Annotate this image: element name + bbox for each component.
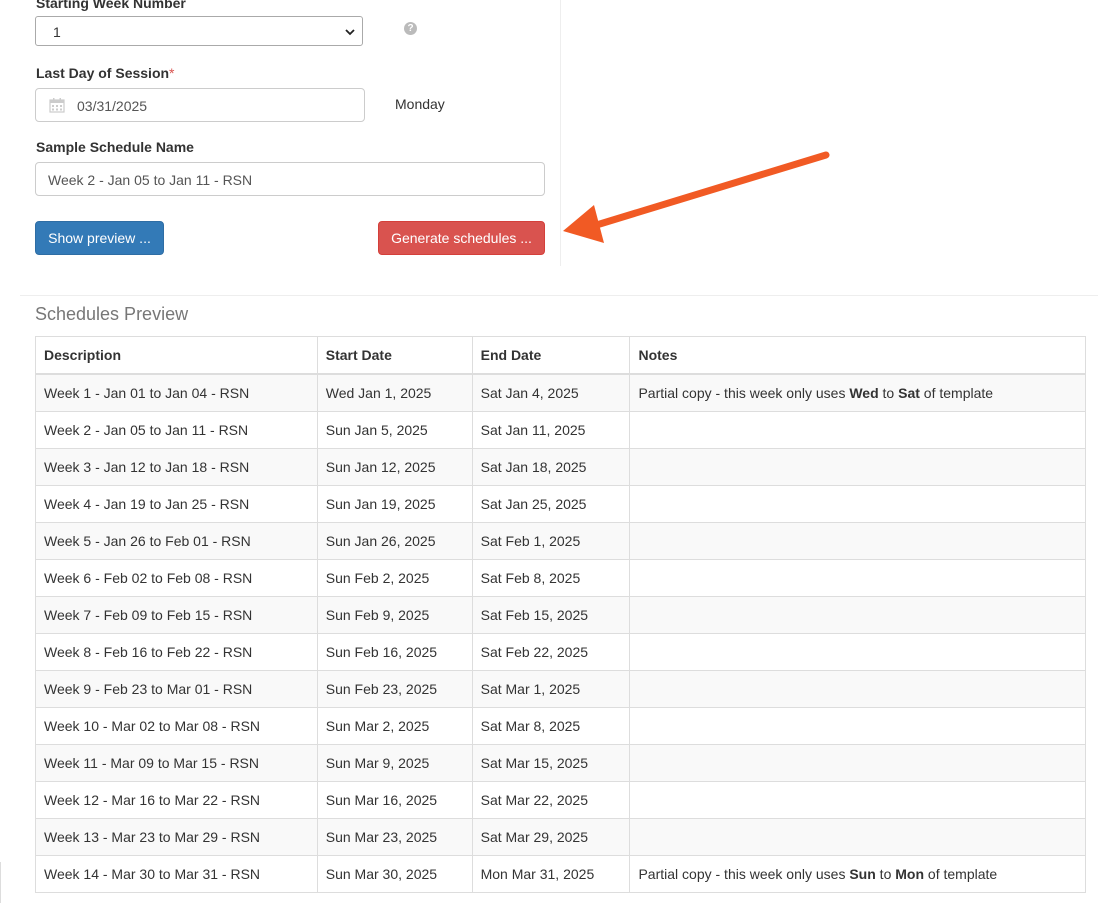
cell-description: Week 11 - Mar 09 to Mar 15 - RSN: [35, 744, 318, 782]
note-pre: Partial copy - this week only uses: [638, 385, 850, 401]
note-post: of template: [924, 866, 998, 882]
cell-start-date: Sun Feb 2, 2025: [316, 559, 473, 597]
cell-description: Week 6 - Feb 02 to Feb 08 - RSN: [35, 559, 318, 597]
cell-description: Week 14 - Mar 30 to Mar 31 - RSN: [35, 855, 318, 893]
cell-end-date: Sat Feb 1, 2025: [471, 522, 631, 560]
cell-notes: [629, 411, 1086, 449]
cell-notes: [629, 448, 1086, 486]
cell-description: Week 7 - Feb 09 to Feb 15 - RSN: [35, 596, 318, 634]
cell-end-date: Sat Jan 18, 2025: [471, 448, 631, 486]
cell-notes: [629, 744, 1086, 782]
schedules-preview-table: Description Start Date End Date Notes We…: [35, 336, 1086, 893]
note-mid: to: [875, 866, 896, 882]
cell-description: Week 10 - Mar 02 to Mar 08 - RSN: [35, 707, 318, 745]
cell-start-date: Sun Feb 9, 2025: [316, 596, 473, 634]
cell-end-date: Sat Jan 4, 2025: [471, 373, 631, 412]
cell-notes: Partial copy - this week only uses Wed t…: [629, 373, 1086, 412]
cell-notes: [629, 707, 1086, 745]
table-row: Week 10 - Mar 02 to Mar 08 - RSN Sun Mar …: [35, 707, 1086, 745]
schedules-preview-title: Schedules Preview: [35, 304, 189, 324]
annotation-arrow: [563, 151, 830, 243]
cell-end-date: Sat Mar 29, 2025: [471, 818, 631, 856]
cell-notes: [629, 670, 1086, 708]
table-row: Week 6 - Feb 02 to Feb 08 - RSN Sun Feb 2…: [35, 559, 1086, 597]
cell-description: Week 5 - Jan 26 to Feb 01 - RSN: [35, 522, 318, 560]
cell-end-date: Sat Mar 15, 2025: [471, 744, 631, 782]
cell-end-date: Sat Jan 11, 2025: [471, 411, 631, 449]
table-row: Week 7 - Feb 09 to Feb 15 - RSN Sun Feb 9…: [35, 596, 1086, 634]
table-row: Week 3 - Jan 12 to Jan 18 - RSN Sun Jan 1…: [35, 448, 1086, 486]
table-header-row: Description Start Date End Date Notes: [35, 336, 1086, 375]
note-mid: to: [878, 385, 899, 401]
cell-notes: [629, 633, 1086, 671]
note-to: Mon: [895, 866, 925, 882]
column-header-start-date: Start Date: [316, 336, 473, 375]
cell-end-date: Sat Feb 15, 2025: [471, 596, 631, 634]
cell-start-date: Sun Jan 26, 2025: [316, 522, 473, 560]
cell-start-date: Sun Mar 9, 2025: [316, 744, 473, 782]
table-row: Week 13 - Mar 23 to Mar 29 - RSN Sun Mar …: [35, 818, 1086, 856]
cell-end-date: Sat Mar 22, 2025: [471, 781, 631, 819]
note-from: Sun: [849, 866, 876, 882]
cell-start-date: Sun Jan 12, 2025: [316, 448, 473, 486]
cell-start-date: Sun Feb 23, 2025: [316, 670, 473, 708]
table-row: Week 2 - Jan 05 to Jan 11 - RSN Sun Jan 5…: [35, 411, 1086, 449]
cell-description: Week 8 - Feb 16 to Feb 22 - RSN: [35, 633, 318, 671]
cell-description: Week 13 - Mar 23 to Mar 29 - RSN: [35, 818, 318, 856]
note-from: Wed: [849, 385, 879, 401]
page-edge: [0, 862, 1, 903]
column-header-description: Description: [35, 336, 318, 375]
table-row: Week 11 - Mar 09 to Mar 15 - RSN Sun Mar …: [35, 744, 1086, 782]
cell-end-date: Sat Jan 25, 2025: [471, 485, 631, 523]
cell-description: Week 9 - Feb 23 to Mar 01 - RSN: [35, 670, 318, 708]
table-row: Week 8 - Feb 16 to Feb 22 - RSN Sun Feb 1…: [35, 633, 1086, 671]
cell-notes: [629, 818, 1086, 856]
cell-notes: [629, 485, 1086, 523]
cell-description: Week 3 - Jan 12 to Jan 18 - RSN: [35, 448, 318, 486]
cell-description: Week 2 - Jan 05 to Jan 11 - RSN: [35, 411, 318, 449]
cell-end-date: Sat Feb 8, 2025: [471, 559, 631, 597]
cell-start-date: Sun Mar 30, 2025: [316, 855, 473, 893]
cell-notes: Partial copy - this week only uses Sun t…: [629, 855, 1086, 893]
table-row: Week 12 - Mar 16 to Mar 22 - RSN Sun Mar …: [35, 781, 1086, 819]
table-row: Week 1 - Jan 01 to Jan 04 - RSN Wed Jan 1…: [35, 373, 1086, 412]
cell-start-date: Sun Feb 16, 2025: [316, 633, 473, 671]
cell-start-date: Sun Mar 2, 2025: [316, 707, 473, 745]
cell-notes: [629, 559, 1086, 597]
cell-description: Week 4 - Jan 19 to Jan 25 - RSN: [35, 485, 318, 523]
cell-start-date: Sun Jan 5, 2025: [316, 411, 473, 449]
cell-end-date: Sat Mar 8, 2025: [471, 707, 631, 745]
table-row: Week 14 - Mar 30 to Mar 31 - RSN Sun Mar …: [35, 855, 1086, 893]
table-row: Week 4 - Jan 19 to Jan 25 - RSN Sun Jan 1…: [35, 485, 1086, 523]
cell-description: Week 1 - Jan 01 to Jan 04 - RSN: [35, 373, 318, 412]
cell-description: Week 12 - Mar 16 to Mar 22 - RSN: [35, 781, 318, 819]
note-pre: Partial copy - this week only uses: [638, 866, 850, 882]
cell-notes: [629, 781, 1086, 819]
cell-notes: [629, 596, 1086, 634]
cell-end-date: Mon Mar 31, 2025: [471, 855, 631, 893]
cell-start-date: Wed Jan 1, 2025: [316, 373, 473, 412]
table-row: Week 5 - Jan 26 to Feb 01 - RSN Sun Jan 2…: [35, 522, 1086, 560]
cell-end-date: Sat Feb 22, 2025: [471, 633, 631, 671]
column-header-notes: Notes: [629, 336, 1086, 375]
column-header-end-date: End Date: [471, 336, 631, 375]
cell-start-date: Sun Mar 23, 2025: [316, 818, 473, 856]
cell-start-date: Sun Mar 16, 2025: [316, 781, 473, 819]
note-to: Sat: [898, 385, 920, 401]
cell-notes: [629, 522, 1086, 560]
cell-end-date: Sat Mar 1, 2025: [471, 670, 631, 708]
note-post: of template: [919, 385, 994, 401]
table-row: Week 9 - Feb 23 to Mar 01 - RSN Sun Feb 2…: [35, 670, 1086, 708]
cell-start-date: Sun Jan 19, 2025: [316, 485, 473, 523]
